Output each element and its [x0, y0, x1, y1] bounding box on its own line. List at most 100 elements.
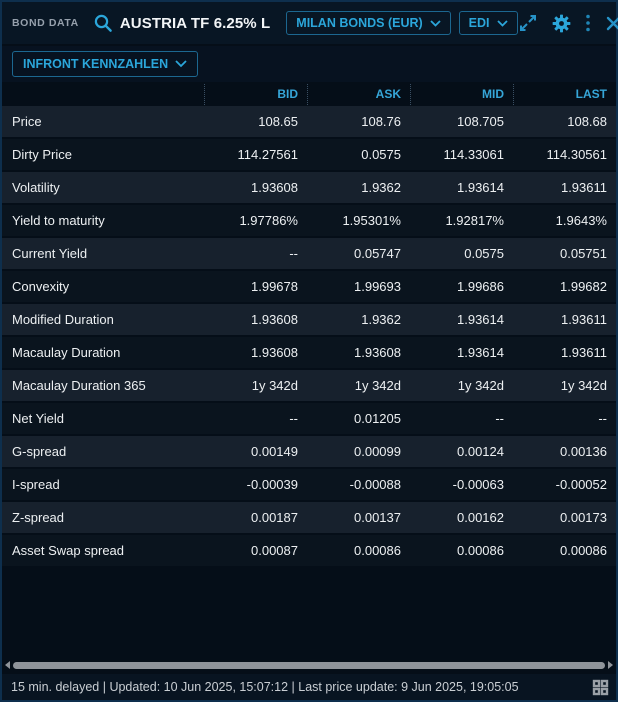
- link-channels-grid-icon[interactable]: [592, 679, 609, 696]
- toolbar: INFRONT KENNZAHLEN: [2, 46, 616, 82]
- window-controls: [518, 13, 618, 33]
- mid-value: 1.99686: [410, 279, 513, 294]
- table-row[interactable]: Dirty Price 114.27561 0.0575 114.33061 1…: [2, 139, 616, 170]
- bid-value: 1.93608: [204, 180, 307, 195]
- table-row[interactable]: G-spread 0.00149 0.00099 0.00124 0.00136: [2, 436, 616, 467]
- instrument-search[interactable]: AUSTRIA TF 6.25% L: [93, 13, 270, 34]
- instrument-name[interactable]: AUSTRIA TF 6.25% L: [120, 15, 270, 32]
- row-label: Net Yield: [2, 411, 204, 426]
- mid-value: 1.92817%: [410, 213, 513, 228]
- view-dropdown-label: INFRONT KENNZAHLEN: [23, 57, 168, 71]
- status-bar: 15 min. delayed | Updated: 10 Jun 2025, …: [2, 674, 616, 700]
- ask-value: 0.00099: [307, 444, 410, 459]
- last-value: 1.99682: [513, 279, 616, 294]
- last-value: 1.93611: [513, 180, 616, 195]
- ask-value: 1y 342d: [307, 378, 410, 393]
- last-value: 0.00086: [513, 543, 616, 558]
- last-value: 1.9643%: [513, 213, 616, 228]
- bid-value: 114.27561: [204, 147, 307, 162]
- table-row[interactable]: Convexity 1.99678 1.99693 1.99686 1.9968…: [2, 271, 616, 302]
- table-row[interactable]: Yield to maturity 1.97786% 1.95301% 1.92…: [2, 205, 616, 236]
- last-value: 1.93611: [513, 345, 616, 360]
- row-label: Volatility: [2, 180, 204, 195]
- table-row[interactable]: Z-spread 0.00187 0.00137 0.00162 0.00173: [2, 502, 616, 533]
- last-value: 1.93611: [513, 312, 616, 327]
- row-label: Macaulay Duration 365: [2, 378, 204, 393]
- table-row[interactable]: Current Yield -- 0.05747 0.0575 0.05751: [2, 238, 616, 269]
- app-title: BOND DATA: [12, 17, 79, 29]
- window-body: BOND DATA AUSTRIA TF 6.25% L MILAN BONDS…: [2, 2, 616, 700]
- table-row[interactable]: Modified Duration 1.93608 1.9362 1.93614…: [2, 304, 616, 335]
- scrollbar-thumb[interactable]: [13, 662, 605, 669]
- horizontal-scrollbar[interactable]: [2, 658, 616, 672]
- bid-value: 0.00187: [204, 510, 307, 525]
- column-header-ask: ASK: [307, 84, 410, 105]
- mid-value: 1.93614: [410, 180, 513, 195]
- row-label: Dirty Price: [2, 147, 204, 162]
- bid-value: 0.00149: [204, 444, 307, 459]
- mid-value: 0.00086: [410, 543, 513, 558]
- bid-value: 1.93608: [204, 345, 307, 360]
- column-header-last: LAST: [513, 84, 616, 105]
- bid-value: 0.00087: [204, 543, 307, 558]
- mid-value: 1.93614: [410, 312, 513, 327]
- view-dropdown[interactable]: INFRONT KENNZAHLEN: [12, 51, 198, 77]
- scroll-left-arrow-icon[interactable]: [5, 661, 10, 669]
- source-dropdown[interactable]: EDI: [459, 11, 518, 35]
- bid-value: 1.93608: [204, 312, 307, 327]
- mid-value: --: [410, 411, 513, 426]
- column-header-bid: BID: [204, 84, 307, 105]
- last-value: --: [513, 411, 616, 426]
- row-label: Price: [2, 114, 204, 129]
- row-label: Z-spread: [2, 510, 204, 525]
- table-row[interactable]: Macaulay Duration 365 1y 342d 1y 342d 1y…: [2, 370, 616, 401]
- close-icon[interactable]: [605, 15, 618, 32]
- table-row[interactable]: Asset Swap spread 0.00087 0.00086 0.0008…: [2, 535, 616, 566]
- bid-value: 1.97786%: [204, 213, 307, 228]
- row-label: I-spread: [2, 477, 204, 492]
- search-icon[interactable]: [93, 13, 114, 34]
- bond-data-window: BOND DATA AUSTRIA TF 6.25% L MILAN BONDS…: [0, 0, 618, 702]
- row-label: Asset Swap spread: [2, 543, 204, 558]
- ask-value: 0.01205: [307, 411, 410, 426]
- source-dropdown-label: EDI: [469, 16, 490, 30]
- bid-value: --: [204, 411, 307, 426]
- ask-value: 1.93608: [307, 345, 410, 360]
- expand-icon[interactable]: [518, 13, 538, 33]
- mid-value: -0.00063: [410, 477, 513, 492]
- chevron-down-icon: [497, 20, 508, 27]
- gear-icon[interactable]: [552, 14, 571, 33]
- table-row[interactable]: I-spread -0.00039 -0.00088 -0.00063 -0.0…: [2, 469, 616, 500]
- column-header-empty: [2, 84, 204, 105]
- table-row[interactable]: Price 108.65 108.76 108.705 108.68: [2, 106, 616, 137]
- kebab-menu-icon[interactable]: [585, 13, 591, 33]
- row-label: Convexity: [2, 279, 204, 294]
- bid-value: 1y 342d: [204, 378, 307, 393]
- mid-value: 0.00124: [410, 444, 513, 459]
- ask-value: 0.00137: [307, 510, 410, 525]
- mid-value: 0.0575: [410, 246, 513, 261]
- row-label: Current Yield: [2, 246, 204, 261]
- ask-value: 1.9362: [307, 312, 410, 327]
- ask-value: -0.00088: [307, 477, 410, 492]
- market-dropdown[interactable]: MILAN BONDS (EUR): [286, 11, 450, 35]
- market-dropdown-label: MILAN BONDS (EUR): [296, 16, 422, 30]
- mid-value: 1.93614: [410, 345, 513, 360]
- table-row[interactable]: Macaulay Duration 1.93608 1.93608 1.9361…: [2, 337, 616, 368]
- last-value: 114.30561: [513, 147, 616, 162]
- status-text: 15 min. delayed | Updated: 10 Jun 2025, …: [11, 680, 519, 694]
- ask-value: 1.9362: [307, 180, 410, 195]
- mid-value: 0.00162: [410, 510, 513, 525]
- row-label: Yield to maturity: [2, 213, 204, 228]
- chevron-down-icon: [175, 60, 187, 68]
- column-header-mid: MID: [410, 84, 513, 105]
- scroll-right-arrow-icon[interactable]: [608, 661, 613, 669]
- table-body: Price 108.65 108.76 108.705 108.68 Dirty…: [2, 106, 616, 568]
- ask-value: 0.05747: [307, 246, 410, 261]
- table-row[interactable]: Volatility 1.93608 1.9362 1.93614 1.9361…: [2, 172, 616, 203]
- table-row[interactable]: Net Yield -- 0.01205 -- --: [2, 403, 616, 434]
- mid-value: 108.705: [410, 114, 513, 129]
- last-value: 1y 342d: [513, 378, 616, 393]
- title-bar: BOND DATA AUSTRIA TF 6.25% L MILAN BONDS…: [2, 2, 616, 44]
- ask-value: 1.95301%: [307, 213, 410, 228]
